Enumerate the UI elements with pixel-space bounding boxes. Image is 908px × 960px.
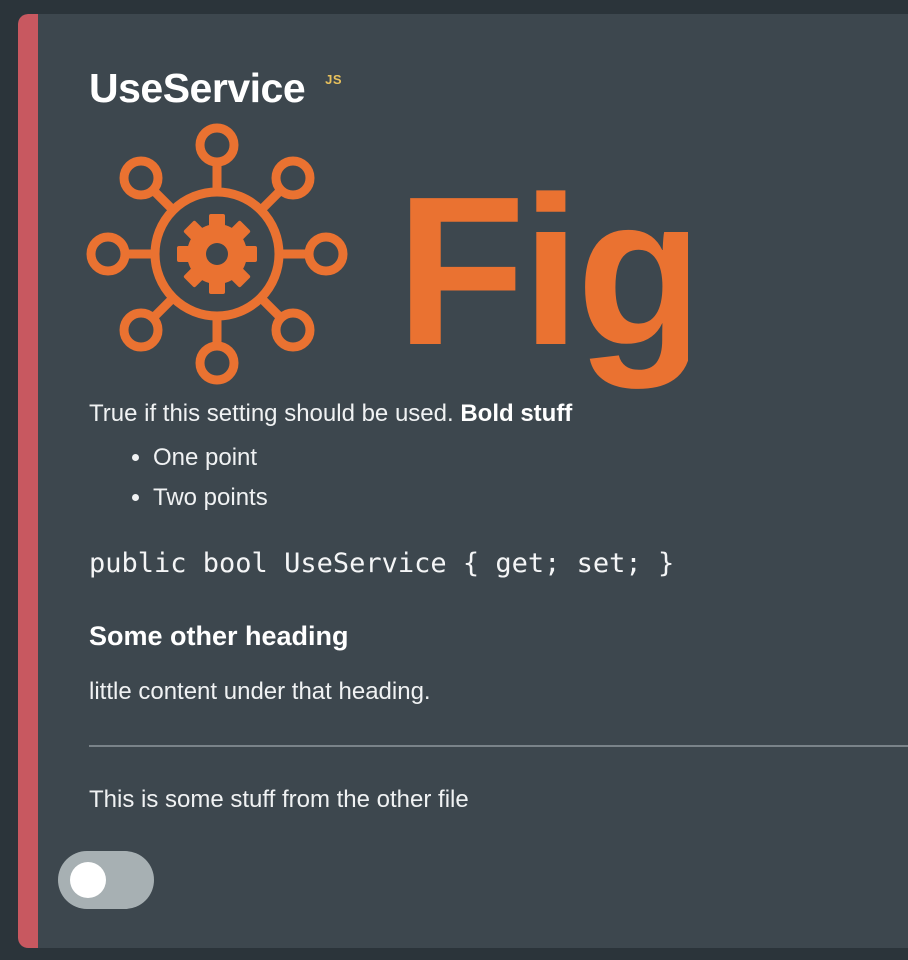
other-file-text: This is some stuff from the other file <box>89 786 469 813</box>
code-signature: public bool UseService { get; set; } <box>89 548 675 579</box>
list-item: One point <box>153 438 268 478</box>
use-service-toggle[interactable] <box>58 851 154 909</box>
setting-title: UseService <box>89 65 306 111</box>
description-bold: Bold stuff <box>460 400 573 427</box>
toggle-knob <box>70 862 106 898</box>
setting-description: True if this setting should be used. Bol… <box>89 398 572 430</box>
description-text: True if this setting should be used. <box>89 400 461 427</box>
bullet-list: One point Two points <box>129 438 268 518</box>
subheading: Some other heading <box>89 621 349 651</box>
accent-bar <box>18 14 38 948</box>
fig-logo: Fig <box>84 118 688 394</box>
setting-card: UseService JS Fig True if this setting s… <box>18 14 908 948</box>
list-item: Two points <box>153 478 268 518</box>
logo-text: Fig <box>396 152 688 389</box>
js-badge: JS <box>325 72 343 87</box>
title-row: UseService JS <box>89 66 342 110</box>
divider <box>89 745 908 747</box>
subheading-content: little content under that heading. <box>89 678 431 705</box>
